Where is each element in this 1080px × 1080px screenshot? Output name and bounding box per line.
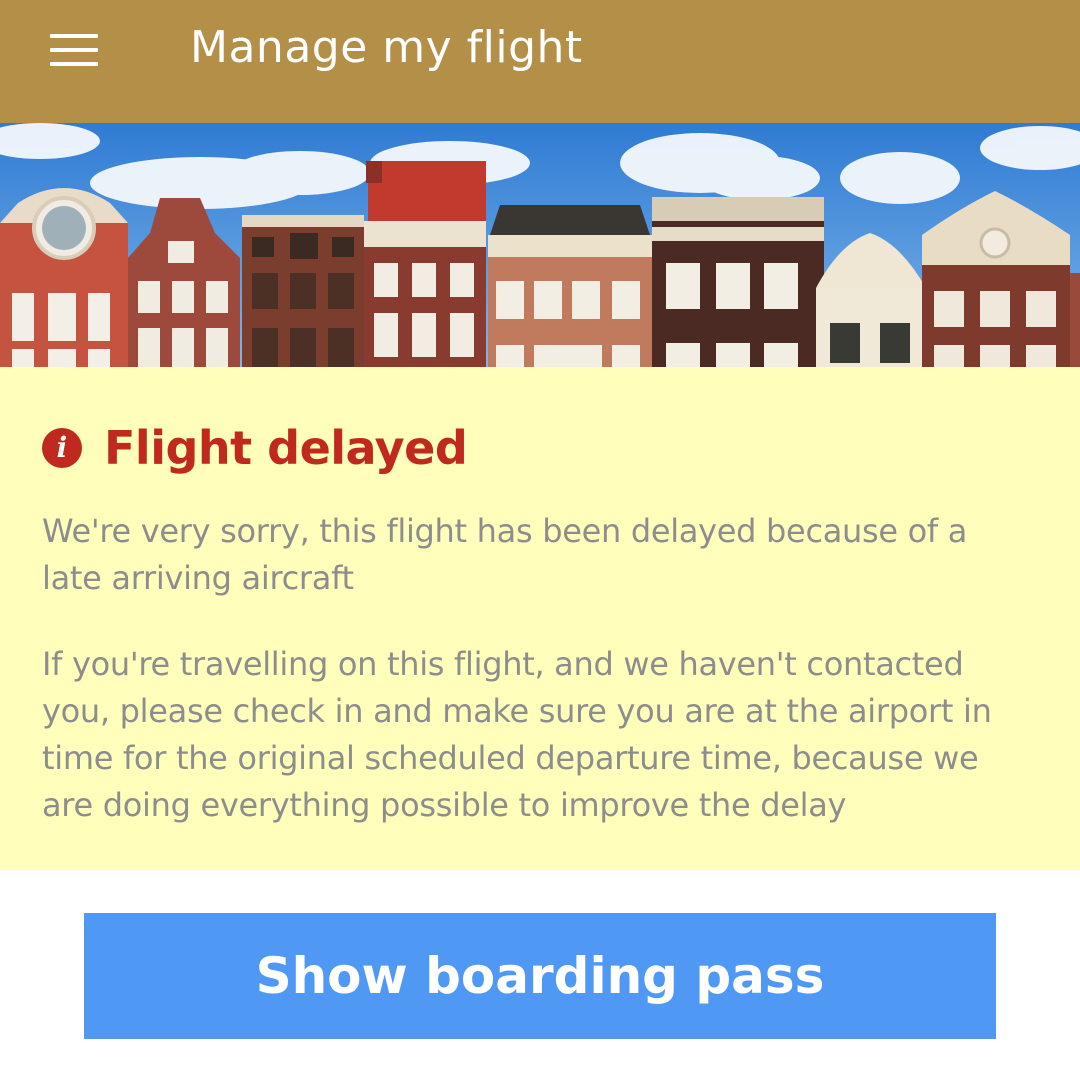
alert-header: i Flight delayed xyxy=(42,421,468,475)
page-title: Manage my flight xyxy=(190,22,583,73)
menu-bar-top xyxy=(50,34,98,38)
show-boarding-pass-button[interactable]: Show boarding pass xyxy=(84,913,996,1039)
alert-message-instructions: If you're travelling on this flight, and… xyxy=(42,645,992,824)
menu-bar-middle xyxy=(50,48,98,52)
menu-bar-bottom xyxy=(50,62,98,66)
canal-houses-illustration xyxy=(0,123,1080,367)
flight-status-alert: i Flight delayed We're very sorry, this … xyxy=(0,367,1080,870)
alert-message-reason: We're very sorry, this flight has been d… xyxy=(42,512,968,597)
alert-title: Flight delayed xyxy=(104,421,468,475)
hamburger-menu-icon[interactable] xyxy=(50,34,98,66)
hero-banner-image xyxy=(0,123,1080,367)
info-icon: i xyxy=(42,428,82,468)
app-header: Manage my flight xyxy=(0,0,1080,123)
